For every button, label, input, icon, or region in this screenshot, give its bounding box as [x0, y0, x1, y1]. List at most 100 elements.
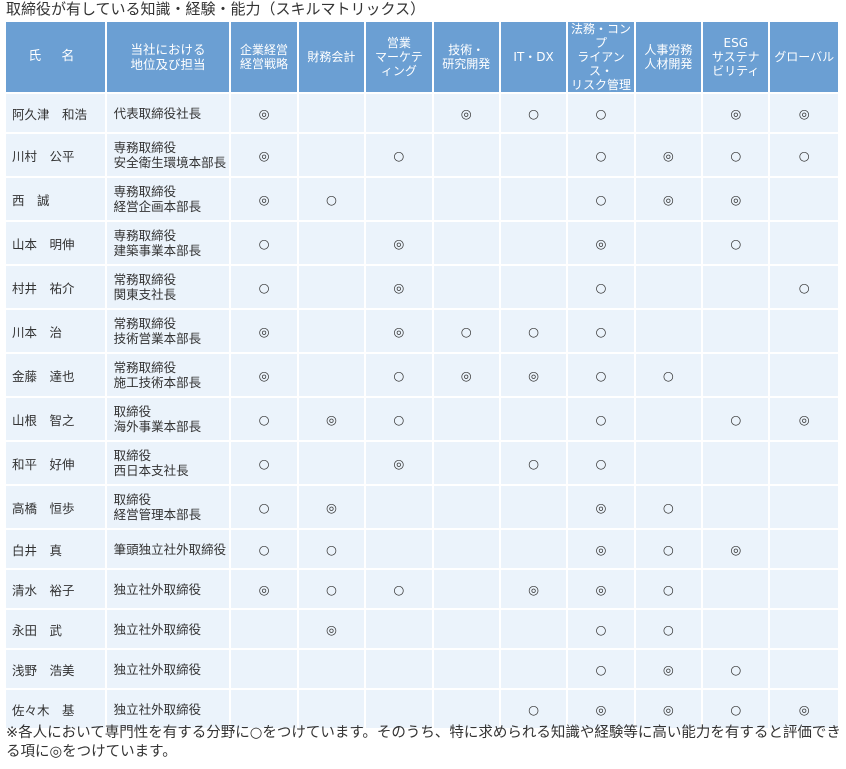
director-position: 独立社外取締役 — [106, 570, 230, 608]
table-row: 高橋 恒歩 取締役 経営管理本部長 ○ ◎ ◎ ○ — [6, 486, 838, 528]
director-name: 高橋 恒歩 — [6, 486, 105, 528]
table-row: 金藤 達也 常務取締役 施工技術本部長 ◎ ○ ◎ ◎ ○ ○ — [6, 354, 838, 396]
skill-mark: ◎ — [366, 442, 432, 484]
skill-mark — [635, 442, 702, 484]
header-name: 氏 名 — [6, 22, 105, 92]
skill-mark — [635, 222, 702, 264]
skill-mark — [703, 486, 769, 528]
skill-mark — [703, 442, 769, 484]
skill-mark: ○ — [298, 570, 365, 608]
skill-mark — [433, 222, 499, 264]
header-row: 氏 名 当社における 地位及び担当 企業経営 経営戦略 財務会計 営業 マーケテ… — [6, 22, 838, 92]
skill-mark: ◎ — [635, 690, 702, 728]
skill-mark: ○ — [500, 690, 567, 728]
skill-mark — [433, 134, 499, 176]
skill-mark: ○ — [500, 442, 567, 484]
skill-mark: ○ — [366, 570, 432, 608]
skill-mark: ○ — [366, 134, 432, 176]
skill-mark: ○ — [568, 94, 634, 132]
skill-mark — [500, 610, 567, 648]
header-skill-legal: 法務・コンプ ライアンス・ リスク管理 — [568, 22, 634, 92]
skill-mark — [500, 222, 567, 264]
skill-mark: ○ — [231, 486, 297, 528]
director-name: 村井 祐介 — [6, 266, 105, 308]
header-skill-sales: 営業 マーケテ ィング — [366, 22, 432, 92]
skill-mark: ○ — [433, 310, 499, 352]
skill-mark: ◎ — [231, 570, 297, 608]
skill-mark — [366, 650, 432, 688]
skill-mark: ○ — [635, 610, 702, 648]
skill-mark — [231, 650, 297, 688]
table-row: 阿久津 和浩 代表取締役社長 ◎ ◎ ○ ○ ◎ ◎ — [6, 94, 838, 132]
skill-mark: ◎ — [635, 134, 702, 176]
director-position: 独立社外取締役 — [106, 610, 230, 648]
skill-mark — [635, 266, 702, 308]
skill-mark: ○ — [703, 398, 769, 440]
skill-mark: ○ — [703, 690, 769, 728]
skill-mark: ◎ — [568, 690, 634, 728]
director-name: 清水 裕子 — [6, 570, 105, 608]
header-skill-finance: 財務会計 — [298, 22, 365, 92]
table-row: 西 誠専務取締役 経営企画本部長 ◎ ○ ○ ◎ ◎ — [6, 178, 838, 220]
table-row: 清水 裕子 独立社外取締役 ◎ ○ ○ ◎ ◎ ○ — [6, 570, 838, 608]
skill-mark — [635, 94, 702, 132]
skill-mark: ○ — [231, 222, 297, 264]
director-position: 筆頭独立社外取締役 — [106, 530, 230, 568]
skill-mark: ◎ — [770, 690, 838, 728]
director-position: 取締役 経営管理本部長 — [106, 486, 230, 528]
header-skill-technology: 技術・ 研究開発 — [433, 22, 499, 92]
skill-mark: ◎ — [568, 222, 634, 264]
skill-mark: ◎ — [231, 310, 297, 352]
skill-mark — [770, 354, 838, 396]
skill-mark: ◎ — [366, 310, 432, 352]
skill-mark: ○ — [568, 610, 634, 648]
skill-mark — [500, 266, 567, 308]
skill-mark: ○ — [703, 650, 769, 688]
skill-mark — [770, 178, 838, 220]
director-position: 常務取締役 施工技術本部長 — [106, 354, 230, 396]
skill-mark — [500, 398, 567, 440]
skill-mark: ◎ — [298, 398, 365, 440]
skill-mark: ◎ — [568, 570, 634, 608]
skill-mark: ○ — [231, 530, 297, 568]
matrix-body: 阿久津 和浩 代表取締役社長 ◎ ◎ ○ ○ ◎ ◎ 川村 公平 専務取締役 安全衛生環境本部長 ◎… — [6, 94, 838, 728]
skill-mark — [703, 266, 769, 308]
skill-mark — [433, 570, 499, 608]
skill-mark: ○ — [635, 486, 702, 528]
skill-mark — [298, 354, 365, 396]
skill-mark — [703, 570, 769, 608]
skill-mark: ○ — [568, 398, 634, 440]
skill-mark — [366, 486, 432, 528]
skill-mark: ◎ — [703, 530, 769, 568]
skill-mark — [433, 530, 499, 568]
director-position: 常務取締役 技術営業本部長 — [106, 310, 230, 352]
skill-mark: ○ — [635, 530, 702, 568]
header-skill-it: IT・DX — [500, 22, 567, 92]
skill-mark — [703, 610, 769, 648]
table-row: 佐々木 基独立社外取締役 ○ ◎ ◎ ○ ◎ — [6, 690, 838, 728]
skill-mark: ◎ — [500, 354, 567, 396]
skill-mark: ◎ — [433, 354, 499, 396]
skill-mark — [500, 650, 567, 688]
skill-mark — [366, 94, 432, 132]
skill-mark: ◎ — [500, 570, 567, 608]
skill-mark — [770, 486, 838, 528]
footnote: ※各人において専門性を有する分野に○をつけています。そのうち、特に求められる知識… — [6, 725, 841, 760]
director-position: 取締役 海外事業本部長 — [106, 398, 230, 440]
skill-mark — [433, 650, 499, 688]
skill-mark: ○ — [703, 134, 769, 176]
skill-mark: ○ — [568, 442, 634, 484]
director-name: 川村 公平 — [6, 134, 105, 176]
director-position: 代表取締役社長 — [106, 94, 230, 132]
director-name: 金藤 達也 — [6, 354, 105, 396]
skill-mark: ◎ — [635, 650, 702, 688]
skill-mark — [433, 398, 499, 440]
skill-mark — [635, 398, 702, 440]
skill-mark — [500, 134, 567, 176]
skill-mark: ○ — [635, 570, 702, 608]
skill-mark: ○ — [366, 398, 432, 440]
skill-mark — [231, 610, 297, 648]
skill-mark — [703, 354, 769, 396]
skill-mark: ○ — [568, 134, 634, 176]
skill-mark — [433, 610, 499, 648]
